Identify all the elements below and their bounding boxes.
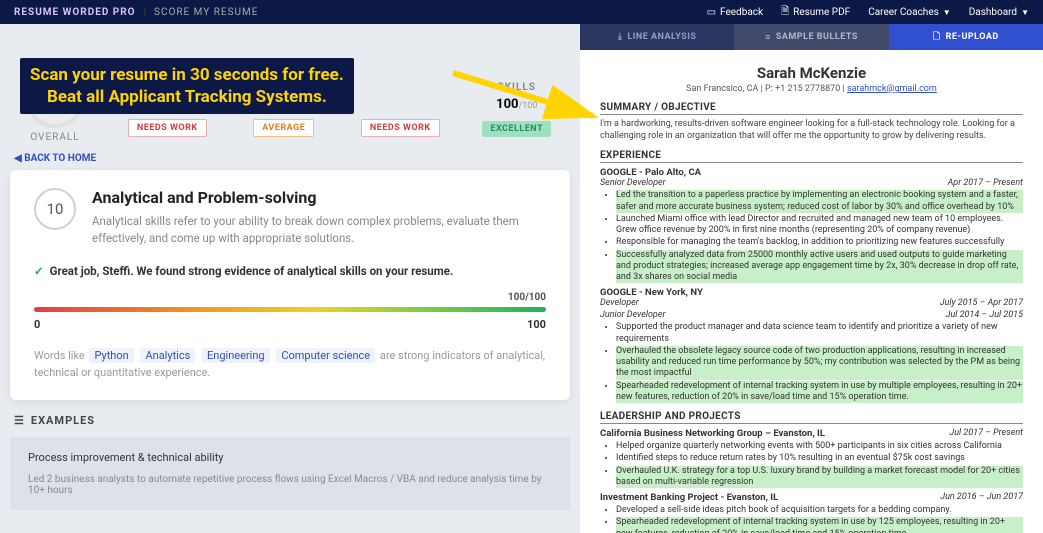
resume-email-link[interactable]: sarahmck@gmail.com (847, 84, 937, 94)
right-panel-tabs: ⤓LINE ANALYSIS ≡SAMPLE BULLETS 🗋RE-UPLOA… (580, 24, 1043, 50)
section-summary: SUMMARY / OBJECTIVE (600, 102, 1023, 115)
career-coaches-menu[interactable]: Career Coaches▼ (868, 7, 951, 18)
chevron-down-icon: ▼ (1021, 8, 1029, 17)
tab-line-analysis[interactable]: ⤓LINE ANALYSIS (580, 24, 734, 50)
promo-banner: Scan your resume in 30 seconds for free.… (20, 58, 354, 114)
tag-cs[interactable]: Computer science (276, 348, 375, 363)
document-icon: 🗎 (781, 4, 789, 21)
analytical-card: 10 Analytical and Problem-solving Analyt… (10, 170, 570, 400)
resume-contact: San Francsico, CA | P: +1 215 2778870 | … (600, 84, 1023, 94)
card-score-circle: 10 (34, 188, 76, 230)
brand-logo: RESUME WORDED PRO (14, 7, 136, 18)
download-icon: ⤓ (618, 32, 622, 42)
feedback-link[interactable]: ▭Feedback (707, 7, 763, 18)
job1-bullets: Led the transition to a paperless practi… (600, 190, 1023, 283)
feedback-message: ✓ Great job, Steffi. We found strong evi… (34, 264, 546, 278)
chevron-down-icon: ▼ (943, 8, 951, 17)
separator: | (144, 7, 146, 18)
indicator-tags-line: Words like Python Analytics Engineering … (34, 347, 546, 382)
tag-analytics[interactable]: Analytics (140, 348, 195, 363)
tag-engineering[interactable]: Engineering (202, 348, 270, 363)
card-title: Analytical and Problem-solving (92, 188, 546, 207)
summary-text: I'm a hardworking, results-driven softwa… (600, 119, 1023, 142)
list-icon: ≡ (765, 32, 771, 43)
section-leadership: LEADERSHIP AND PROJECTS (600, 411, 1023, 424)
score-bar-value: 100/100 (34, 292, 546, 303)
list-icon: ☰ (14, 414, 25, 427)
upload-icon: 🗋 (933, 29, 941, 45)
page-subtitle: SCORE MY RESUME (154, 7, 258, 18)
skills-label: SKILLS (464, 82, 571, 93)
resume-pdf-link[interactable]: 🗎Resume PDF (781, 4, 850, 21)
examples-heading: ☰EXAMPLES (14, 414, 566, 427)
lead1-bullets: Helped organize quarterly networking eve… (600, 441, 1023, 488)
needs-work-badge: NEEDS WORK (128, 119, 207, 137)
section-experience: EXPERIENCE (600, 150, 1023, 163)
skills-score: 100/100 (464, 97, 571, 112)
excellent-badge: EXCELLENT (482, 121, 551, 137)
job2-bullets: Supported the product manager and data s… (600, 322, 1023, 403)
lead2-bullets: Developed a sell-side ideas pitch book o… (600, 505, 1023, 533)
score-gradient-bar (34, 307, 546, 312)
tag-python[interactable]: Python (89, 348, 133, 363)
average-badge: AVERAGE (253, 119, 314, 137)
example-item: Process improvement & technical ability … (10, 437, 570, 510)
chat-icon: ▭ (707, 7, 716, 18)
check-icon: ✓ (34, 264, 44, 278)
dashboard-menu[interactable]: Dashboard▼ (969, 7, 1029, 18)
tab-reupload[interactable]: 🗋RE-UPLOAD (889, 24, 1043, 50)
needs-work-badge: NEEDS WORK (361, 119, 440, 137)
card-description: Analytical skills refer to your ability … (92, 213, 546, 248)
top-navbar: RESUME WORDED PRO | SCORE MY RESUME ▭Fee… (0, 0, 1043, 24)
resume-name: Sarah McKenzie (600, 64, 1023, 82)
resume-preview: Sarah McKenzie San Francsico, CA | P: +1… (580, 50, 1043, 533)
back-to-home-link[interactable]: ◀ BACK TO HOME (14, 153, 96, 164)
tab-sample-bullets[interactable]: ≡SAMPLE BULLETS (734, 24, 888, 50)
